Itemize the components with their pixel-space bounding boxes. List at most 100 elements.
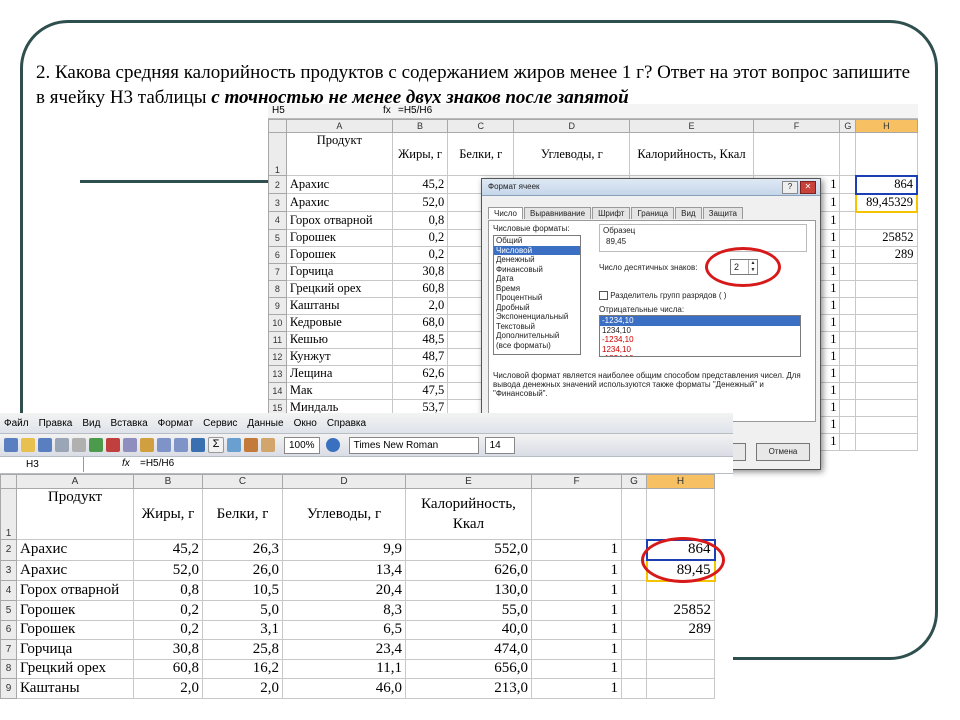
dialog-tab[interactable]: Выравнивание — [524, 207, 592, 219]
cell-product[interactable]: Каштаны — [285, 296, 393, 315]
cell[interactable] — [839, 330, 857, 349]
cell-fat[interactable]: 0,2 — [391, 245, 449, 264]
format-option[interactable]: Экспоненциальный — [494, 312, 580, 322]
row-header[interactable]: 5 — [0, 600, 17, 621]
cell-h[interactable] — [646, 658, 715, 679]
format-option[interactable]: (все форматы) — [494, 341, 580, 351]
column-header[interactable]: A — [16, 474, 134, 489]
cell[interactable] — [621, 600, 647, 621]
chart-icon[interactable] — [244, 438, 258, 452]
column-header[interactable]: G — [621, 474, 647, 489]
cell-product[interactable]: Грецкий орех — [285, 279, 393, 298]
cell-product[interactable]: Каштаны — [16, 678, 134, 699]
cell-h[interactable] — [646, 678, 715, 699]
menu-item[interactable]: Вставка — [110, 418, 147, 429]
preview-icon[interactable] — [72, 438, 86, 452]
format-option[interactable]: Дополнительный — [494, 331, 580, 341]
help-icon[interactable] — [325, 438, 340, 452]
cell[interactable] — [839, 262, 857, 281]
undo-icon[interactable] — [157, 438, 171, 452]
row-header[interactable]: 10 — [268, 313, 287, 332]
row-header[interactable]: 1 — [268, 132, 287, 176]
cell-h[interactable] — [646, 580, 715, 601]
dialog-tab[interactable]: Шрифт — [592, 207, 631, 219]
cell-fat[interactable]: 0,2 — [133, 600, 203, 621]
column-header[interactable]: E — [405, 474, 532, 489]
row-header[interactable]: 6 — [268, 245, 287, 264]
row-header[interactable]: 6 — [0, 619, 17, 640]
row-header[interactable]: 2 — [268, 175, 287, 194]
cell-flag[interactable]: 1 — [531, 580, 622, 601]
cell-carbs[interactable]: 13,4 — [282, 559, 406, 581]
column-header[interactable]: C — [447, 119, 515, 133]
row-header[interactable]: 4 — [0, 580, 17, 601]
cell-product[interactable]: Арахис — [16, 559, 134, 581]
cell[interactable] — [839, 296, 857, 315]
format-option[interactable]: Числовой — [494, 245, 580, 255]
cell-carbs[interactable]: 46,0 — [282, 678, 406, 699]
cell[interactable] — [839, 279, 857, 298]
cell-calories[interactable]: 656,0 — [405, 658, 532, 679]
separator-checkbox[interactable] — [599, 291, 608, 301]
cell-product[interactable]: Арахис — [285, 175, 393, 194]
row-header[interactable]: 8 — [0, 658, 17, 679]
paste-icon[interactable] — [140, 438, 154, 452]
column-header[interactable]: D — [282, 474, 406, 489]
format-option[interactable]: Финансовый — [494, 265, 580, 275]
cell-h[interactable]: 289 — [646, 619, 715, 640]
cell[interactable] — [621, 580, 647, 601]
cell-calories[interactable]: 55,0 — [405, 600, 532, 621]
cell-protein[interactable]: 16,2 — [202, 658, 283, 679]
cell[interactable] — [855, 432, 918, 451]
cell-fat[interactable]: 0,2 — [133, 619, 203, 640]
cell-fat[interactable]: 0,2 — [391, 228, 449, 247]
back-name-box[interactable]: H5 — [272, 105, 352, 116]
cell-product[interactable]: Кешью — [285, 330, 393, 349]
cell-fat[interactable]: 52,0 — [133, 559, 203, 581]
negative-option[interactable]: 1234,10 — [600, 345, 800, 355]
negative-option[interactable]: -1234,10 — [600, 316, 800, 326]
cell[interactable] — [855, 132, 918, 176]
column-header[interactable]: F — [752, 119, 841, 133]
cell-product[interactable]: Горох отварной — [16, 580, 134, 601]
dialog-tab[interactable]: Защита — [702, 207, 743, 219]
corner-cell[interactable] — [268, 119, 287, 133]
cell-h[interactable] — [855, 313, 918, 332]
column-header[interactable]: G — [839, 119, 857, 133]
cell-fat[interactable]: 2,0 — [133, 678, 203, 699]
cell-fat[interactable]: 62,6 — [391, 364, 449, 383]
cell-fat[interactable]: 30,8 — [133, 639, 203, 660]
row-header[interactable]: 3 — [268, 193, 287, 212]
cell-product[interactable]: Кунжут — [285, 347, 393, 366]
cell-h[interactable] — [855, 398, 918, 417]
spelling-icon[interactable] — [89, 438, 103, 452]
format-option[interactable]: Дробный — [494, 303, 580, 313]
cell-h[interactable]: 25852 — [855, 228, 918, 247]
cell-h[interactable] — [855, 330, 918, 349]
cell-h[interactable] — [855, 279, 918, 298]
cell-product[interactable]: Горошек — [16, 600, 134, 621]
cell-protein[interactable]: 10,5 — [202, 580, 283, 601]
corner-cell[interactable] — [0, 474, 17, 489]
cell[interactable] — [839, 132, 857, 176]
cell-calories[interactable]: 552,0 — [405, 539, 532, 561]
cell-flag[interactable]: 1 — [531, 559, 622, 581]
row-header[interactable]: 9 — [0, 678, 17, 699]
cell-protein[interactable]: 5,0 — [202, 600, 283, 621]
cell-flag[interactable]: 1 — [531, 658, 622, 679]
cell-calories[interactable]: 40,0 — [405, 619, 532, 640]
cell-product[interactable]: Грецкий орех — [16, 658, 134, 679]
cell-carbs[interactable]: 9,9 — [282, 539, 406, 561]
cell-fat[interactable]: 45,2 — [391, 175, 449, 194]
menu-item[interactable]: Сервис — [203, 418, 237, 429]
negative-option[interactable]: -1234,10 — [600, 354, 800, 356]
cell[interactable] — [839, 432, 857, 451]
menu-item[interactable]: Вид — [82, 418, 100, 429]
cell-product[interactable]: Горошек — [285, 228, 393, 247]
negative-option[interactable]: 1234,10 — [600, 326, 800, 336]
menu-item[interactable]: Правка — [39, 418, 73, 429]
print-icon[interactable] — [55, 438, 69, 452]
cell[interactable] — [839, 364, 857, 383]
cell-h[interactable] — [855, 347, 918, 366]
row-header[interactable]: 7 — [268, 262, 287, 281]
